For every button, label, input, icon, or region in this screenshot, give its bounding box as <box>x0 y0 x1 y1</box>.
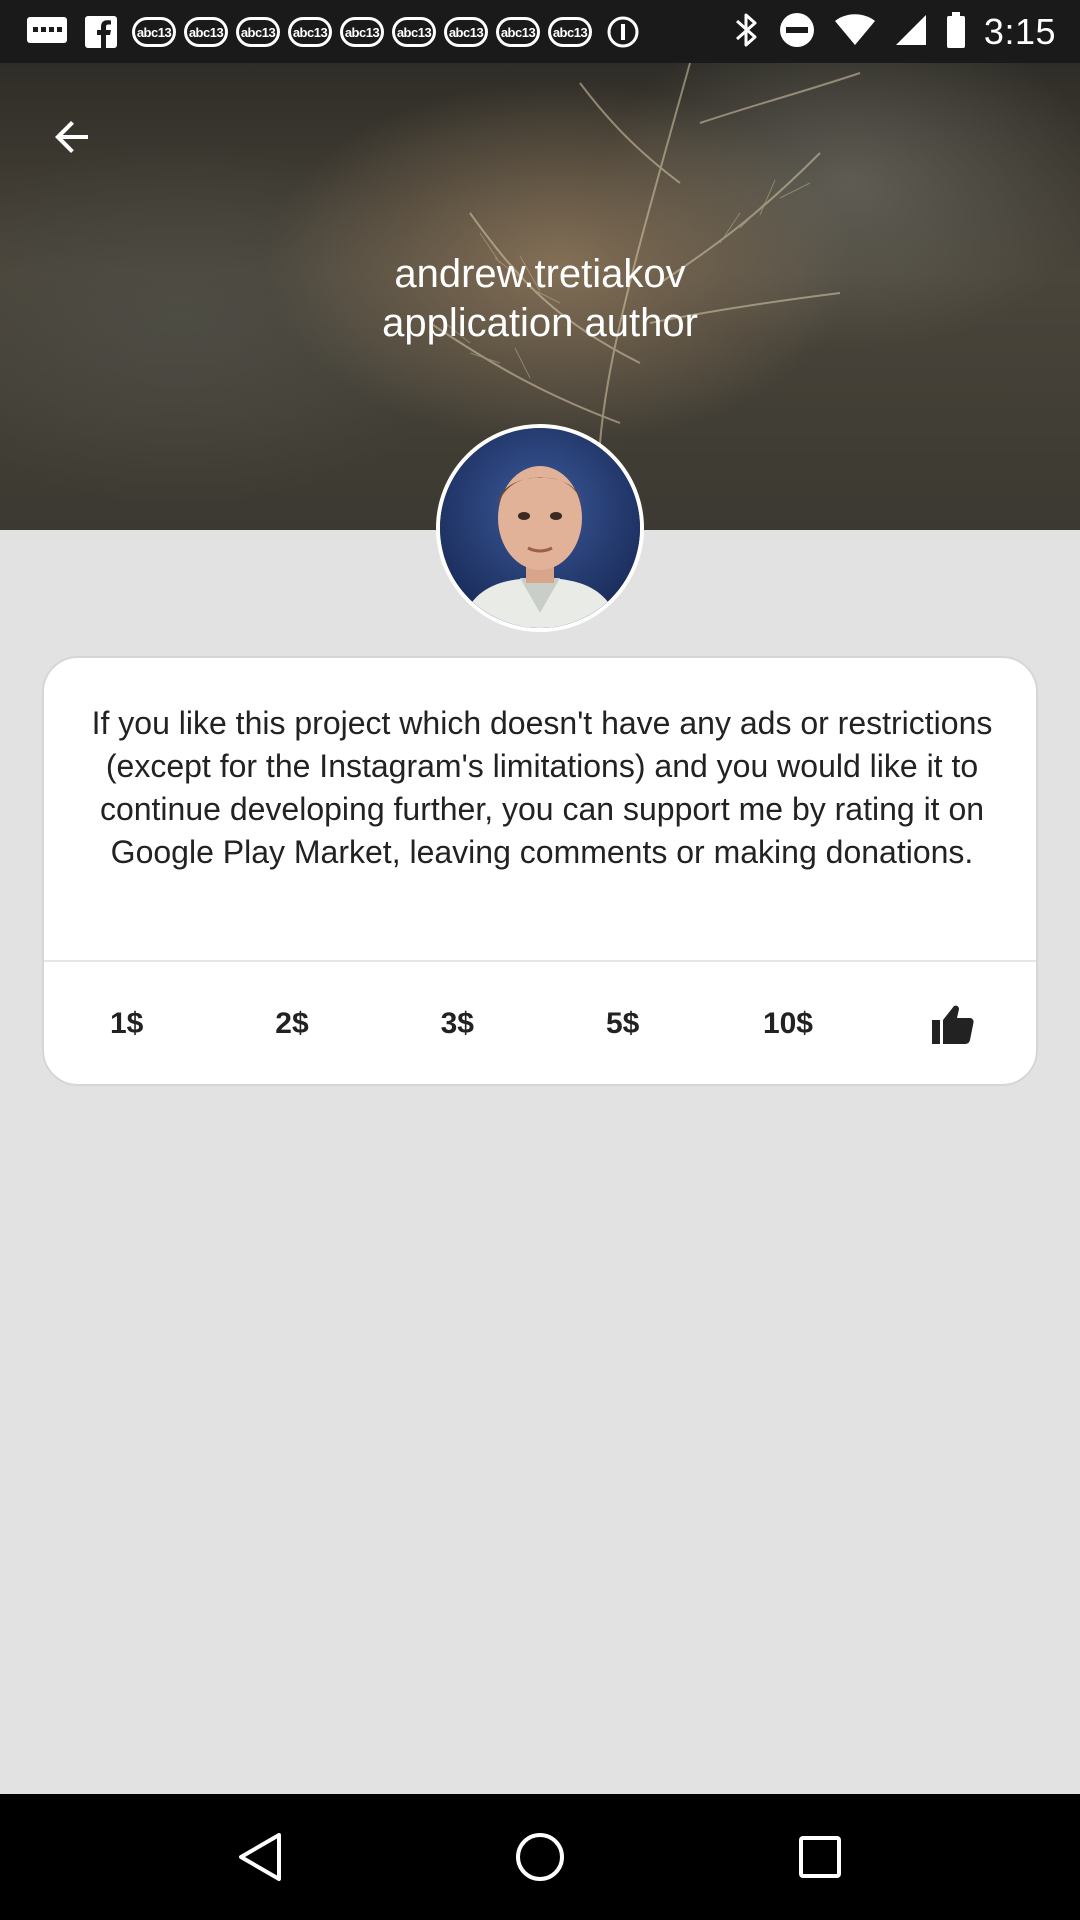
do-not-disturb-icon <box>778 11 816 54</box>
bluetooth-icon <box>734 11 760 54</box>
facebook-icon <box>78 15 124 49</box>
support-message: If you like this project which doesn't h… <box>91 705 993 870</box>
avatar <box>436 424 644 632</box>
recents-square-icon <box>799 1836 841 1878</box>
abc13-icon: abc13 <box>132 17 176 47</box>
circle-i-icon <box>600 15 646 49</box>
status-bar: abc13 abc13 abc13 abc13 abc13 abc13 abc1… <box>0 0 1080 63</box>
nav-recents-button[interactable] <box>775 1812 865 1902</box>
thumbs-up-icon <box>932 1005 974 1044</box>
status-time: 3:15 <box>983 11 1056 52</box>
nav-back-button[interactable] <box>215 1812 305 1902</box>
donation-options: 1$ 2$ 3$ 5$ 10$ <box>44 962 1036 1086</box>
support-card: If you like this project which doesn't h… <box>42 656 1038 1086</box>
author-name: andrew.tretiakov <box>394 252 686 296</box>
abc13-icon: abc13 <box>184 17 228 47</box>
abc13-icon: abc13 <box>340 17 384 47</box>
abc13-icon: abc13 <box>392 17 436 47</box>
home-circle-icon <box>516 1833 564 1881</box>
wifi-icon <box>834 13 876 52</box>
navigation-bar <box>0 1794 1080 1920</box>
abc13-icon: abc13 <box>236 17 280 47</box>
back-triangle-icon <box>239 1833 281 1881</box>
rate-button[interactable] <box>871 962 1036 1086</box>
donate-2-button[interactable]: 2$ <box>209 962 374 1086</box>
abc13-icon: abc13 <box>288 17 332 47</box>
battery-icon <box>946 11 966 53</box>
back-button[interactable] <box>42 107 102 167</box>
abc13-icon: abc13 <box>548 17 592 47</box>
abc13-icon: abc13 <box>496 17 540 47</box>
notification-icons: abc13 abc13 abc13 abc13 abc13 abc13 abc1… <box>24 12 646 52</box>
nav-home-button[interactable] <box>495 1812 585 1902</box>
signal-icon <box>894 13 928 52</box>
donate-3-button[interactable]: 3$ <box>375 962 540 1086</box>
abc13-icon: abc13 <box>444 17 488 47</box>
system-icons: 3:15 <box>734 10 1056 54</box>
author-photo <box>440 428 640 628</box>
donate-10-button[interactable]: 10$ <box>705 962 870 1086</box>
donate-1-button[interactable]: 1$ <box>44 962 209 1086</box>
message-icon <box>24 15 70 49</box>
donate-5-button[interactable]: 5$ <box>540 962 705 1086</box>
author-role: application author <box>382 301 698 345</box>
arrow-left-icon <box>55 121 88 153</box>
